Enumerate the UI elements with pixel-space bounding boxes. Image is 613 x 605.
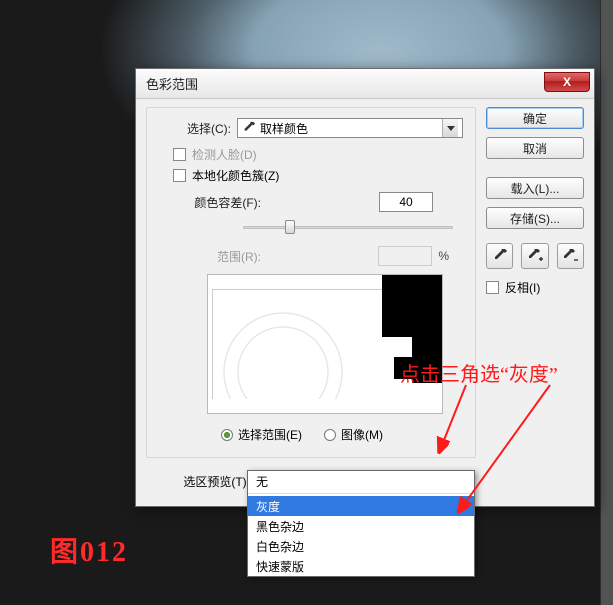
annotation-arrows: [0, 0, 613, 605]
